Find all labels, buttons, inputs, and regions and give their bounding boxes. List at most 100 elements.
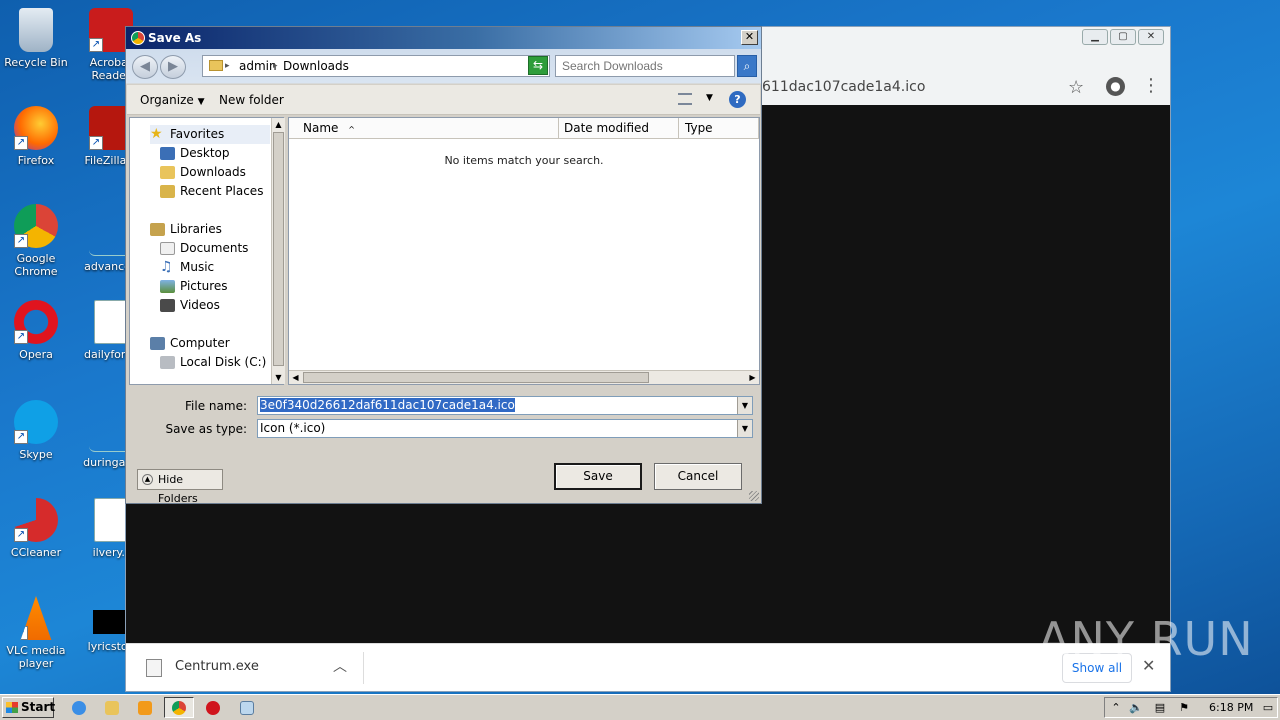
dialog-close-button[interactable]: ✕ (741, 30, 758, 45)
profile-avatar-icon[interactable]: ● (1106, 77, 1125, 96)
nav-item-downloads[interactable]: Downloads (160, 163, 246, 182)
dialog-titlebar[interactable]: Save As ✕ (126, 27, 761, 49)
taskbar-notepad[interactable] (232, 697, 262, 718)
download-file-name[interactable]: Centrum.exe (175, 659, 259, 674)
network-icon[interactable]: ▤ (1153, 701, 1167, 714)
nav-item-favorites[interactable]: ★ Favorites (150, 125, 270, 144)
save-as-type-select[interactable]: Icon (*.ico) ▼ (257, 419, 753, 438)
chrome-icon (172, 701, 186, 715)
chevron-down-icon[interactable]: ▼ (737, 420, 752, 437)
column-label: Name (303, 121, 339, 135)
nav-label: Videos (180, 298, 220, 312)
navigation-bar: ◀ ▶ ▸ admin ▸ Downloads ▼ ⇆ ⌕ (130, 53, 758, 81)
nav-item-pictures[interactable]: Pictures (160, 277, 228, 296)
nav-label: Local Disk (C:) (180, 355, 267, 369)
nav-label: Computer (170, 336, 230, 350)
nav-item-videos[interactable]: Videos (160, 296, 220, 315)
dialog-title: Save As (148, 31, 202, 45)
computer-icon (150, 337, 165, 350)
scroll-down-icon[interactable]: ▼ (272, 371, 285, 384)
nav-item-libraries[interactable]: Libraries (150, 220, 222, 239)
file-name-input[interactable]: 3e0f340d26612daf611dac107cade1a4.ico ▼ (257, 396, 753, 415)
desktop-icon-vlc[interactable]: ↗ VLC media player (0, 596, 72, 670)
taskbar-explorer[interactable] (97, 697, 127, 718)
download-bar: Centrum.exe ︿ Show all ✕ (126, 643, 1170, 691)
desktop-icon-opera[interactable]: ↗ Opera (0, 300, 72, 361)
chevron-down-icon[interactable]: ▼ (737, 397, 752, 414)
disk-drive-icon (160, 356, 175, 369)
nav-label: Recent Places (180, 184, 264, 198)
help-icon[interactable]: ? (729, 91, 746, 108)
chrome-icon: ↗ (14, 204, 58, 248)
search-icon[interactable]: ⌕ (737, 55, 757, 77)
refresh-button[interactable]: ⇆ (528, 56, 548, 75)
chevron-up-icon[interactable]: ︿ (333, 656, 347, 676)
nav-item-recent-places[interactable]: Recent Places (160, 182, 263, 201)
scrollbar-thumb[interactable] (303, 372, 649, 383)
organize-button[interactable]: Organize ▼ (140, 93, 205, 107)
scroll-right-icon[interactable]: ▶ (746, 371, 759, 384)
star-icon: ★ (150, 126, 163, 142)
volume-icon[interactable]: 🔈 (1129, 701, 1143, 714)
column-header-name[interactable]: Name ^ (289, 118, 559, 139)
scroll-left-icon[interactable]: ◀ (289, 371, 302, 384)
start-button[interactable]: Start (2, 697, 55, 718)
maximize-button[interactable]: ▢ (1110, 29, 1136, 45)
recent-places-icon (160, 185, 175, 198)
column-header-date-modified[interactable]: Date modified (559, 118, 679, 139)
desktop-icon-label: CCleaner (10, 546, 62, 559)
scrollbar-thumb[interactable] (273, 132, 284, 366)
nav-item-local-disk[interactable]: Local Disk (C:) (160, 353, 266, 372)
scroll-up-icon[interactable]: ▲ (272, 118, 285, 131)
chevron-up-icon[interactable]: ⌃ (1109, 701, 1123, 714)
search-input[interactable] (555, 55, 735, 77)
taskbar-ie[interactable] (64, 697, 94, 718)
clock[interactable]: 6:18 PM (1209, 701, 1253, 714)
back-button[interactable]: ◀ (132, 55, 158, 79)
action-center-flag-icon[interactable]: ⚑ (1177, 701, 1191, 714)
new-folder-button[interactable]: New folder (219, 93, 284, 107)
system-tray: ⌃ 🔈 ▤ ⚑ 6:18 PM ▭ (1104, 697, 1278, 718)
nav-label: Desktop (180, 146, 230, 160)
minimize-button[interactable]: ▁ (1082, 29, 1108, 45)
breadcrumb-downloads[interactable]: Downloads (283, 56, 349, 76)
file-list-pane: Name ^ Date modified Type No items match… (288, 117, 760, 385)
taskbar-opera[interactable] (198, 697, 228, 718)
breadcrumb[interactable]: ▸ admin ▸ Downloads ▼ (202, 55, 550, 77)
nav-item-computer[interactable]: Computer (150, 334, 230, 353)
chevron-right-icon[interactable]: ▸ (225, 56, 230, 76)
close-window-button[interactable]: ✕ (1138, 29, 1164, 45)
desktop-icon-ccleaner[interactable]: ↗ CCleaner (0, 498, 72, 559)
column-header-type[interactable]: Type (679, 118, 759, 139)
chevron-down-icon[interactable]: ▼ (706, 93, 713, 103)
desktop-icon-google-chrome[interactable]: ↗ Google Chrome (0, 204, 72, 278)
nav-item-documents[interactable]: Documents (160, 239, 248, 258)
bookmark-star-icon[interactable]: ☆ (1068, 77, 1084, 98)
desktop-icon-firefox[interactable]: ↗ Firefox (0, 106, 72, 167)
show-desktop-icon[interactable]: ▭ (1261, 701, 1275, 714)
chevron-up-icon: ▲ (142, 474, 153, 485)
nav-item-music[interactable]: ♫ Music (160, 258, 214, 277)
nav-item-desktop[interactable]: Desktop (160, 144, 230, 163)
resize-grip[interactable] (749, 491, 759, 501)
file-pane-scrollbar[interactable]: ◀ ▶ (289, 370, 759, 384)
desktop-icon-skype[interactable]: ↗ Skype (0, 400, 72, 461)
address-bar-text[interactable]: 611dac107cade1a4.ico (762, 75, 1062, 99)
forward-button[interactable]: ▶ (160, 55, 186, 79)
taskbar-media-player[interactable] (130, 697, 160, 718)
save-button[interactable]: Save (554, 463, 642, 490)
anyrun-watermark: ANY RUN (1038, 612, 1254, 666)
hide-folders-button[interactable]: ▲ Hide Folders (137, 469, 223, 505)
nav-pane-scrollbar[interactable]: ▲ ▼ (271, 118, 285, 384)
breadcrumb-admin[interactable]: admin (239, 56, 277, 76)
taskbar-chrome[interactable] (164, 697, 194, 718)
views-icon[interactable] (678, 93, 692, 105)
browser-menu-icon[interactable]: ⋮ (1142, 75, 1160, 96)
chevron-right-icon[interactable]: ▸ (273, 56, 278, 76)
nav-label: Favorites (170, 127, 225, 141)
desktop-icon-recycle-bin[interactable]: Recycle Bin (0, 8, 72, 69)
cancel-button[interactable]: Cancel (654, 463, 742, 490)
sort-ascending-icon: ^ (348, 125, 355, 134)
recycle-bin-icon (19, 8, 53, 52)
word-doc-icon (94, 498, 128, 542)
